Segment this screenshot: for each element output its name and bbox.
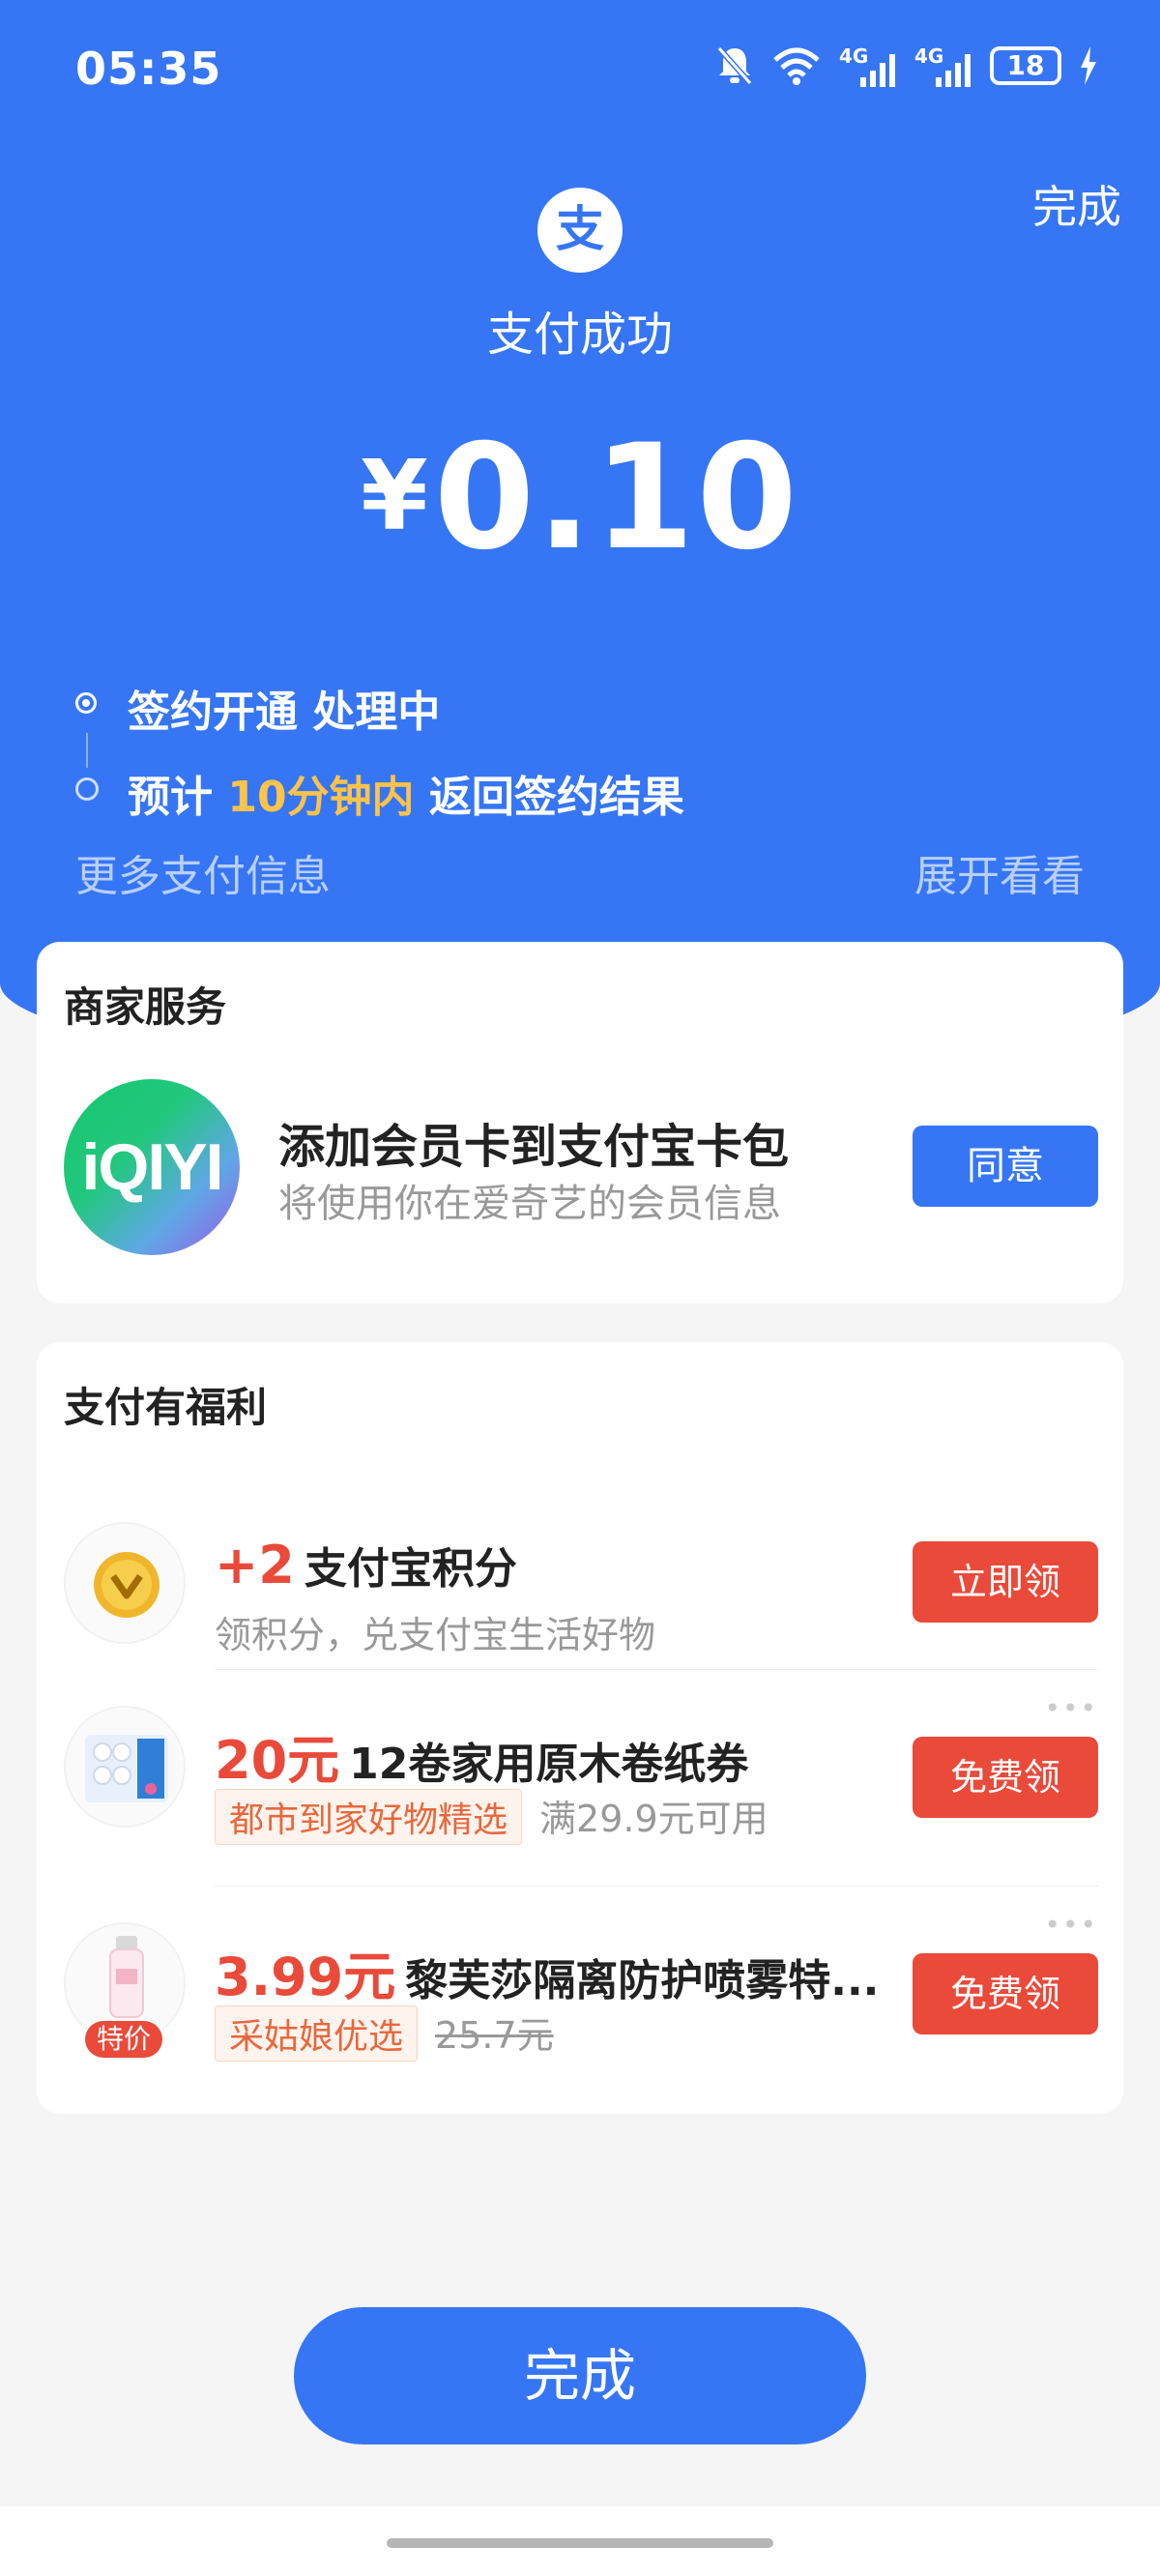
free-claim-button[interactable]: 免费领	[913, 1737, 1098, 1818]
step-done-dot-icon	[75, 692, 97, 714]
done-button[interactable]: 完成	[294, 2307, 866, 2444]
claim-now-button[interactable]: 立即领	[913, 1541, 1098, 1623]
merchant-section-title: 商家服务	[64, 983, 227, 1031]
store-tag: 都市到家好物精选	[215, 1789, 523, 1845]
row-divider	[215, 1886, 1098, 1887]
eta-highlight: 10分钟内	[227, 773, 415, 822]
more-options-icon[interactable]: •••	[1044, 1909, 1098, 1941]
status-time: 05:35	[75, 43, 222, 95]
benefit-item-tissue-coupon: ••• 20元 12卷家用原木卷纸券 都市到家好物精选 满29.9元可用 免费领	[37, 1669, 1123, 1882]
step-connector	[86, 733, 88, 768]
expand-link[interactable]: 展开看看	[914, 841, 1085, 903]
special-price-badge: 特价	[85, 2021, 162, 2058]
more-payment-info[interactable]: 更多支付信息	[75, 841, 331, 903]
wifi-icon	[773, 47, 820, 85]
benefit-title: +2 支付宝积分	[215, 1535, 517, 1595]
free-claim-button[interactable]: 免费领	[913, 1953, 1098, 2034]
payment-success-title: 支付成功	[486, 307, 673, 362]
points-coin-icon	[64, 1522, 186, 1644]
usage-condition: 满29.9元可用	[539, 1798, 768, 1840]
benefit-subtitle: 领积分，兑支付宝生活好物	[215, 1614, 656, 1656]
alipay-logo: 支	[537, 188, 623, 273]
merchant-offer-subtitle: 将使用你在爱奇艺的会员信息	[278, 1182, 781, 1226]
currency-symbol: ¥	[361, 439, 428, 552]
store-tag: 采姑娘优选	[215, 2005, 419, 2062]
agree-button[interactable]: 同意	[913, 1126, 1098, 1207]
signal-bars-icon	[936, 54, 971, 87]
iqiyi-logo: iQIYI	[64, 1079, 240, 1255]
done-link[interactable]: 完成	[1032, 172, 1121, 236]
status-icons: 4G 4G 18	[715, 44, 1098, 87]
signal-bars-icon	[860, 54, 895, 87]
benefit-title: 20元 12卷家用原木卷纸券	[215, 1730, 749, 1791]
merchant-service-card: 商家服务 iQIYI 添加会员卡到支付宝卡包 将使用你在爱奇艺的会员信息 同意	[37, 942, 1123, 1303]
svg-text:支: 支	[556, 201, 604, 257]
benefit-item-spray-deal: ••• 特价 3.99元 黎芙莎隔离防护喷雾特... 采姑娘优选 25.7元 免费领	[37, 1886, 1123, 2098]
payment-benefits-card: 支付有福利 +2 支付宝积分 领积分，兑支付宝生活好物 立即领 ••• 20元 …	[37, 1342, 1123, 2114]
more-options-icon[interactable]: •••	[1044, 1692, 1098, 1724]
step-pending-dot-icon	[75, 777, 99, 801]
benefit-title: 3.99元 黎芙莎隔离防护喷雾特...	[215, 1947, 880, 2007]
charging-bolt-icon	[1081, 46, 1096, 85]
tissue-product-image	[64, 1706, 186, 1828]
benefit-subtitle: 都市到家好物精选 满29.9元可用	[215, 1789, 768, 1845]
payment-amount: ¥0.10	[0, 414, 1160, 582]
benefit-item-points: +2 支付宝积分 领积分，兑支付宝生活好物 立即领	[37, 1485, 1123, 1698]
status-bar: 05:35 4G 4G 18	[0, 0, 1160, 141]
cellular-signal-1: 4G	[839, 44, 897, 87]
row-divider	[215, 1669, 1098, 1670]
home-indicator[interactable]	[387, 2538, 773, 2548]
alipay-icon: 支	[556, 201, 604, 257]
benefit-subtitle: 采姑娘优选 25.7元	[215, 2005, 554, 2062]
original-price: 25.7元	[435, 2014, 554, 2057]
merchant-offer-title: 添加会员卡到支付宝卡包	[278, 1120, 790, 1174]
battery-indicator: 18	[990, 46, 1061, 85]
mute-bell-icon	[716, 46, 753, 85]
cellular-signal-2: 4G	[914, 44, 972, 87]
benefits-section-title: 支付有福利	[64, 1384, 268, 1431]
amount-value: 0.10	[433, 414, 799, 582]
